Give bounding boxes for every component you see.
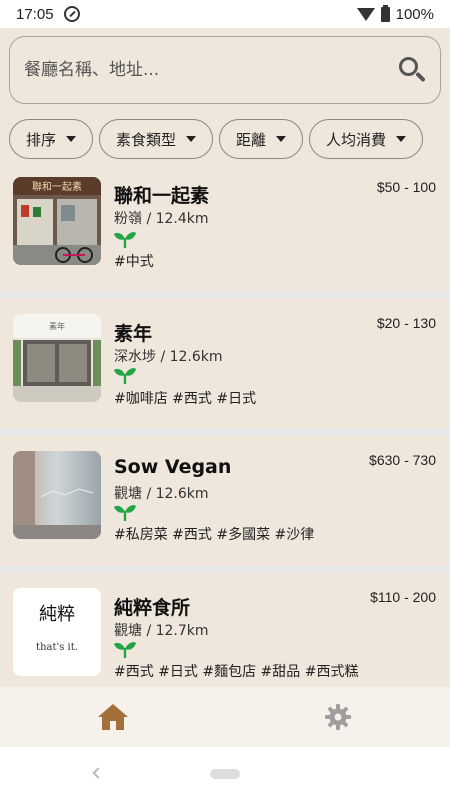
filter-sort[interactable]: 排序 (9, 119, 94, 159)
dropdown-arrow-icon (276, 136, 287, 142)
filter-distance[interactable]: 距離 (219, 119, 304, 159)
battery-icon (380, 4, 390, 22)
sprout-icon (114, 642, 136, 658)
restaurant-card[interactable]: Sow Vegan 觀塘 / 12.6km $630 - 730 #私房菜 #西… (0, 436, 450, 573)
restaurant-name: 素年 (114, 323, 153, 345)
filter-price-label: 人均消費 (326, 130, 387, 149)
search-bar[interactable] (9, 36, 441, 104)
battery-level: 100% (395, 5, 434, 23)
system-navigation-bar (0, 747, 450, 800)
restaurant-location: 觀塘 / 12.7km (114, 623, 209, 639)
wifi-icon (356, 7, 375, 21)
nav-home[interactable] (0, 687, 225, 747)
sprout-icon (114, 232, 136, 248)
restaurant-location: 粉嶺 / 12.4km (114, 211, 209, 227)
logo-sub-text: that's it. (36, 642, 78, 653)
dropdown-arrow-icon (396, 136, 407, 142)
status-bar: 17:05 100% (0, 0, 450, 28)
bottom-navigation (0, 687, 450, 747)
restaurant-price: $630 - 730 (369, 452, 436, 468)
search-icon[interactable] (398, 56, 426, 84)
nav-settings[interactable] (225, 687, 450, 747)
status-time: 17:05 (16, 5, 54, 23)
sprout-icon (114, 368, 136, 384)
filter-vegan-type-label: 素食類型 (116, 130, 177, 149)
dropdown-arrow-icon (66, 136, 77, 142)
restaurant-photo: 素年 (13, 314, 101, 402)
restaurant-card[interactable]: 純粹 that's it. 純粹食所 觀塘 / 12.7km $110 - 20… (0, 573, 450, 687)
sprout-icon (114, 505, 136, 521)
restaurant-name: Sow Vegan (114, 456, 232, 478)
filter-sort-label: 排序 (26, 130, 57, 149)
restaurant-tags: #私房菜 #西式 #多國菜 #沙律 (114, 527, 315, 543)
filter-bar: 排序 素食類型 距離 人均消費 (9, 119, 450, 159)
home-pill[interactable] (210, 768, 240, 779)
filter-vegan-type[interactable]: 素食類型 (99, 119, 214, 159)
filter-distance-label: 距離 (236, 130, 267, 149)
restaurant-name: 純粹食所 (114, 597, 191, 619)
restaurant-location: 觀塘 / 12.6km (114, 486, 209, 502)
filter-price[interactable]: 人均消費 (309, 119, 424, 159)
restaurant-name: 聯和一起素 (114, 185, 210, 207)
restaurant-tags: #咖啡店 #西式 #日式 (114, 391, 257, 407)
gear-icon[interactable] (324, 703, 352, 731)
restaurant-card[interactable]: 素年 素年 深水埗 / 12.6km $20 - 130 #咖啡店 #西式 #日… (0, 298, 450, 436)
restaurant-photo: 聯和一起素 (13, 177, 101, 265)
dnd-status-icon (63, 6, 80, 22)
restaurant-price: $110 - 200 (370, 589, 436, 605)
logo-main-text: 純粹 (39, 604, 75, 625)
home-icon[interactable] (97, 703, 129, 731)
restaurant-tags: #中式 (114, 254, 154, 270)
restaurant-logo: 純粹 that's it. (13, 588, 101, 676)
restaurant-list[interactable]: 聯和一起素 聯和一起素 粉嶺 / 12.4km $50 - 100 #中式 素年… (0, 170, 450, 687)
restaurant-tags: #西式 #日式 #麵包店 #甜品 #西式糕點 (114, 664, 359, 680)
restaurant-location: 深水埗 / 12.6km (114, 349, 223, 365)
search-input[interactable] (24, 60, 398, 80)
dropdown-arrow-icon (186, 136, 197, 142)
shop-sign-text: 素年 (49, 321, 65, 331)
back-icon[interactable] (92, 767, 104, 779)
shop-sign-text: 聯和一起素 (32, 180, 82, 193)
restaurant-price: $50 - 100 (376, 179, 436, 195)
restaurant-price: $20 - 130 (376, 315, 436, 331)
restaurant-card[interactable]: 聯和一起素 聯和一起素 粉嶺 / 12.4km $50 - 100 #中式 (0, 170, 450, 298)
restaurant-photo (13, 451, 101, 539)
